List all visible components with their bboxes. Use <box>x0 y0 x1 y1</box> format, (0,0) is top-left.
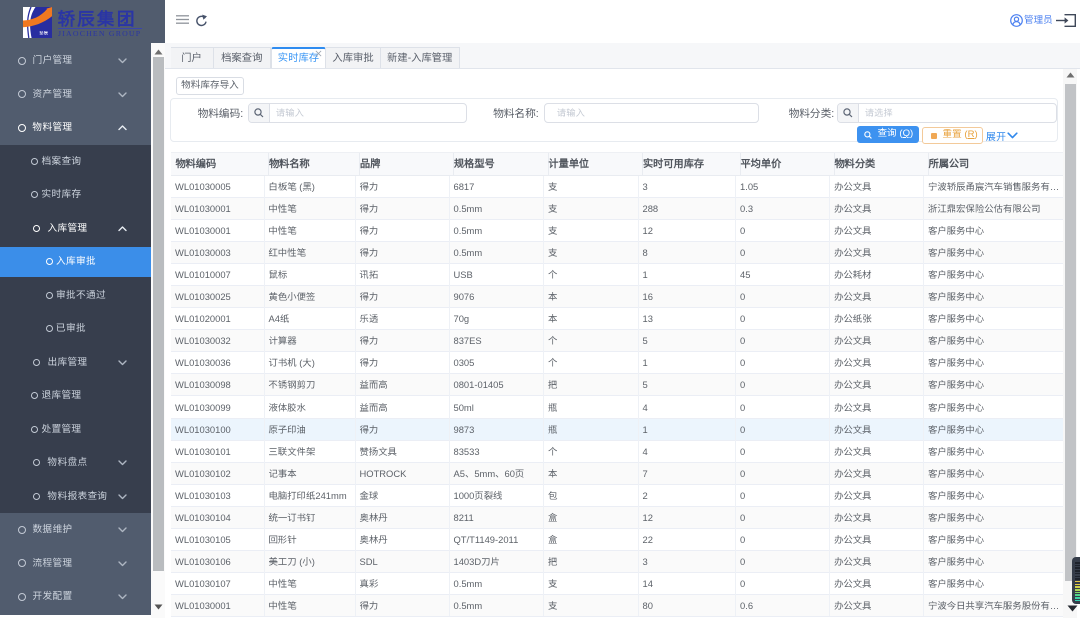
svg-text:轿辰: 轿辰 <box>40 31 49 37</box>
